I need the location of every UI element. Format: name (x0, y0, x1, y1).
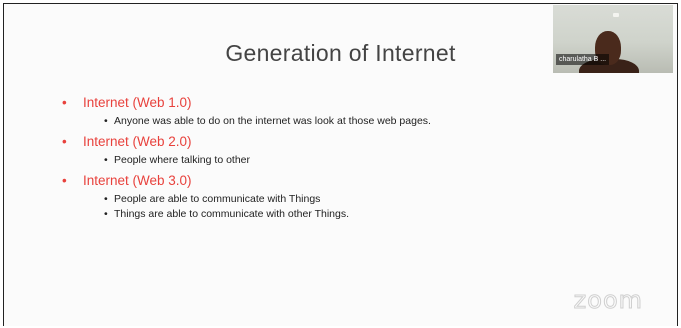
participant-name-tag: charulatha B ... (556, 54, 610, 65)
bullet-web-2: • Internet (Web 2.0) • People where talk… (62, 133, 657, 168)
sub-bullet: • People are able to communicate with Th… (83, 192, 657, 207)
bullet-list: • Internet (Web 1.0) • Anyone was able t… (62, 94, 657, 226)
bullet-web-1: • Internet (Web 1.0) • Anyone was able t… (62, 94, 657, 129)
sub-bullet: • Anyone was able to do on the internet … (83, 114, 657, 129)
bullet-web-3: • Internet (Web 3.0) • People are able t… (62, 172, 657, 222)
sub-bullet: • People where talking to other (83, 153, 657, 168)
sub-bullet-text: Things are able to communicate with othe… (114, 208, 350, 220)
sub-bullet-list: • People where talking to other (83, 153, 657, 168)
sub-bullet: • Things are able to communicate with ot… (83, 207, 657, 222)
bullet-label: Internet (Web 3.0) (83, 173, 192, 188)
sub-bullet-list: • People are able to communicate with Th… (83, 192, 657, 222)
sub-bullet-point-icon: • (104, 115, 108, 127)
sub-bullet-text: People where talking to other (114, 154, 251, 166)
sub-bullet-point-icon: • (104, 193, 108, 205)
bullet-point-icon: • (62, 134, 67, 149)
bullet-point-icon: • (62, 95, 67, 110)
shared-screen-slide: Generation of Internet • Internet (Web 1… (3, 3, 678, 326)
sub-bullet-text: Anyone was able to do on the internet wa… (114, 115, 431, 127)
sub-bullet-text: People are able to communicate with Thin… (114, 193, 321, 205)
bullet-point-icon: • (62, 173, 67, 188)
sub-bullet-point-icon: • (104, 208, 108, 220)
ceiling-light-icon (613, 13, 619, 17)
participant-video-thumbnail[interactable]: charulatha B ... (553, 5, 673, 73)
bullet-label: Internet (Web 2.0) (83, 134, 192, 149)
sub-bullet-list: • Anyone was able to do on the internet … (83, 114, 657, 129)
bullet-label: Internet (Web 1.0) (83, 95, 192, 110)
sub-bullet-point-icon: • (104, 154, 108, 166)
zoom-watermark-logo: zoom (573, 286, 643, 315)
